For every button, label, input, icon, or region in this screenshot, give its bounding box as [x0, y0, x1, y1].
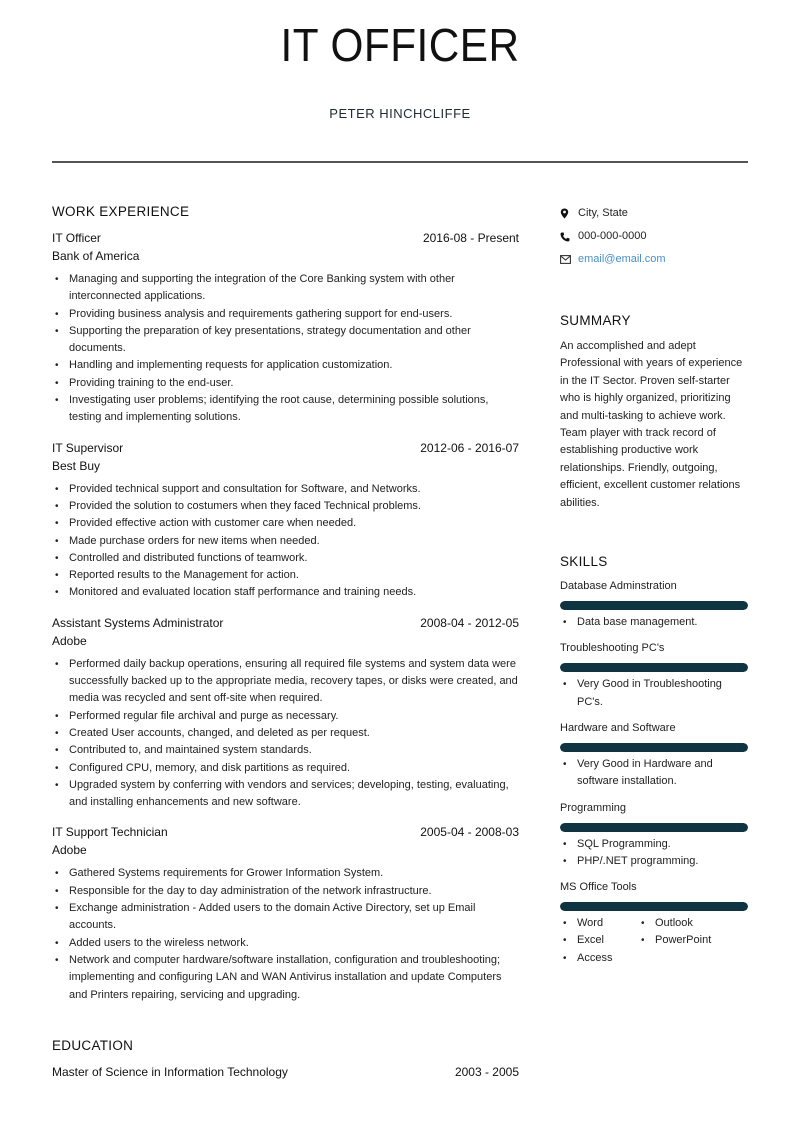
- job-entry: Assistant Systems Administrator 2008-04 …: [52, 614, 519, 812]
- job-bullet: Investigating user problems; identifying…: [52, 392, 519, 427]
- phone-icon: [560, 232, 578, 242]
- job-bullet: Handling and implementing requests for a…: [52, 357, 519, 375]
- candidate-name: PETER HINCHCLIFFE: [329, 106, 471, 121]
- contact-email: email@email.com: [560, 248, 748, 271]
- job-bullet: Responsible for the day to day administr…: [52, 883, 519, 901]
- job-bullet: Managing and supporting the integration …: [52, 271, 519, 306]
- job-role: Assistant Systems Administrator: [52, 615, 224, 630]
- job-bullet: Reported results to the Management for a…: [52, 567, 519, 585]
- job-dates: 2012-06 - 2016-07: [420, 440, 519, 455]
- skill-bullet: Access: [560, 950, 638, 968]
- summary-text: An accomplished and adept Professional w…: [560, 340, 743, 509]
- job-bullet: Controlled and distributed functions of …: [52, 550, 519, 568]
- job-dates: 2008-04 - 2012-05: [420, 615, 519, 630]
- job-bullet: Supporting the preparation of key presen…: [52, 323, 519, 358]
- job-company: Bank of America: [52, 249, 140, 263]
- skill-bullet: Word: [560, 915, 638, 933]
- job-company: Adobe: [52, 633, 87, 648]
- job-bullets: Provided technical support and consultat…: [52, 481, 519, 602]
- education-dates: 2003 - 2005: [454, 1064, 519, 1079]
- skill-name: MS Office Tools: [560, 881, 637, 894]
- skill-bar: [560, 742, 748, 752]
- job-bullet: Made purchase orders for new items when …: [52, 533, 519, 551]
- skill-bar-fill: [560, 742, 748, 752]
- skill-entry: MS Office Tools Word Excel Access Outloo…: [560, 880, 748, 967]
- job-company: Best Buy: [52, 458, 101, 473]
- skill-bar-fill: [560, 822, 748, 832]
- job-entry: IT Officer 2016-08 - Present Bank of Ame…: [52, 229, 519, 427]
- skill-bar-fill: [560, 601, 748, 611]
- job-bullet: Monitored and evaluated location staff p…: [52, 584, 519, 602]
- skills-heading: SKILLS: [560, 554, 608, 570]
- job-bullets: Managing and supporting the integration …: [52, 271, 519, 427]
- skill-bar: [560, 601, 748, 611]
- header-divider: [52, 161, 748, 163]
- education-entry: Master of Science in Information Technol…: [52, 1063, 519, 1081]
- skill-name: Database Adminstration: [560, 580, 677, 593]
- sidebar-column: City, State 000-000-0000 email@email.com…: [560, 202, 748, 977]
- skill-name: Programming: [560, 801, 627, 814]
- main-column: WORK EXPERIENCE IT Officer 2016-08 - Pre…: [52, 204, 519, 1081]
- job-bullet: Configured CPU, memory, and disk partiti…: [52, 760, 519, 778]
- job-bullet: Performed daily backup operations, ensur…: [52, 656, 519, 708]
- contact-phone: 000-000-0000: [560, 225, 748, 248]
- skill-bullet: Very Good in Hardware and software insta…: [560, 756, 748, 791]
- job-bullet: Providing training to the end-user.: [52, 375, 519, 393]
- job-role: IT Officer: [52, 231, 101, 245]
- job-bullet: Performed regular file archival and purg…: [52, 708, 519, 726]
- skill-bullet: Data base management.: [560, 614, 748, 632]
- skill-bar: [560, 902, 748, 912]
- job-bullet: Created User accounts, changed, and dele…: [52, 725, 519, 743]
- skill-bullet: Excel: [560, 932, 638, 950]
- skill-entry: Hardware and Software Very Good in Hardw…: [560, 721, 748, 791]
- envelope-icon: [560, 255, 578, 264]
- work-experience-heading: WORK EXPERIENCE: [52, 204, 190, 219]
- resume-title: IT OFFICER: [280, 19, 520, 71]
- job-entry: IT Supervisor 2012-06 - 2016-07 Best Buy…: [52, 439, 519, 602]
- email-link[interactable]: email@email.com: [578, 248, 666, 271]
- skill-bullet: SQL Programming.: [560, 836, 748, 854]
- skill-entry: Database Adminstration Data base managem…: [560, 579, 748, 632]
- skill-name: Hardware and Software: [560, 721, 676, 734]
- skill-bullet: PHP/.NET programming.: [560, 853, 748, 871]
- job-entry: IT Support Technician 2005-04 - 2008-03 …: [52, 823, 519, 1003]
- job-dates: 2005-04 - 2008-03: [420, 825, 519, 840]
- job-bullet: Added users to the wireless network.: [52, 935, 519, 953]
- job-bullet: Network and computer hardware/software i…: [52, 952, 519, 1004]
- summary-heading: SUMMARY: [560, 313, 631, 328]
- contact-location: City, State: [560, 202, 748, 225]
- job-role: IT Support Technician: [52, 825, 168, 840]
- skill-bullet: Outlook: [638, 915, 738, 933]
- job-bullet: Exchange administration - Added users to…: [52, 900, 519, 935]
- job-bullets: Performed daily backup operations, ensur…: [52, 656, 519, 812]
- location-text: City, State: [578, 207, 628, 219]
- job-bullet: Provided technical support and consultat…: [52, 481, 519, 499]
- skill-bullet: PowerPoint: [638, 932, 738, 950]
- skill-bar: [560, 663, 748, 673]
- job-company: Adobe: [52, 843, 87, 858]
- map-pin-icon: [560, 208, 578, 219]
- job-bullet: Provided effective action with customer …: [52, 515, 519, 533]
- job-bullet: Contributed to, and maintained system st…: [52, 742, 519, 760]
- skill-entry: Troubleshooting PC's Very Good in Troubl…: [560, 641, 748, 711]
- skill-entry: Programming SQL Programming. PHP/.NET pr…: [560, 801, 748, 871]
- skill-bar: [560, 822, 748, 832]
- job-bullet: Gathered Systems requirements for Grower…: [52, 865, 519, 883]
- education-heading: EDUCATION: [52, 1037, 134, 1053]
- skill-bar-fill: [560, 663, 748, 673]
- job-bullet: Provided the solution to costumers when …: [52, 498, 519, 516]
- job-dates: 2016-08 - Present: [422, 231, 519, 245]
- job-bullet: Providing business analysis and requirem…: [52, 306, 519, 324]
- job-bullet: Upgraded system by conferring with vendo…: [52, 777, 519, 812]
- skill-bar-fill: [560, 902, 748, 912]
- education-degree: Master of Science in Information Technol…: [52, 1064, 288, 1079]
- job-bullets: Gathered Systems requirements for Grower…: [52, 865, 519, 1003]
- skill-name: Troubleshooting PC's: [560, 642, 665, 655]
- skill-bullet: Very Good in Troubleshooting PC's.: [560, 676, 748, 711]
- phone-text: 000-000-0000: [578, 230, 647, 242]
- job-role: IT Supervisor: [52, 440, 124, 455]
